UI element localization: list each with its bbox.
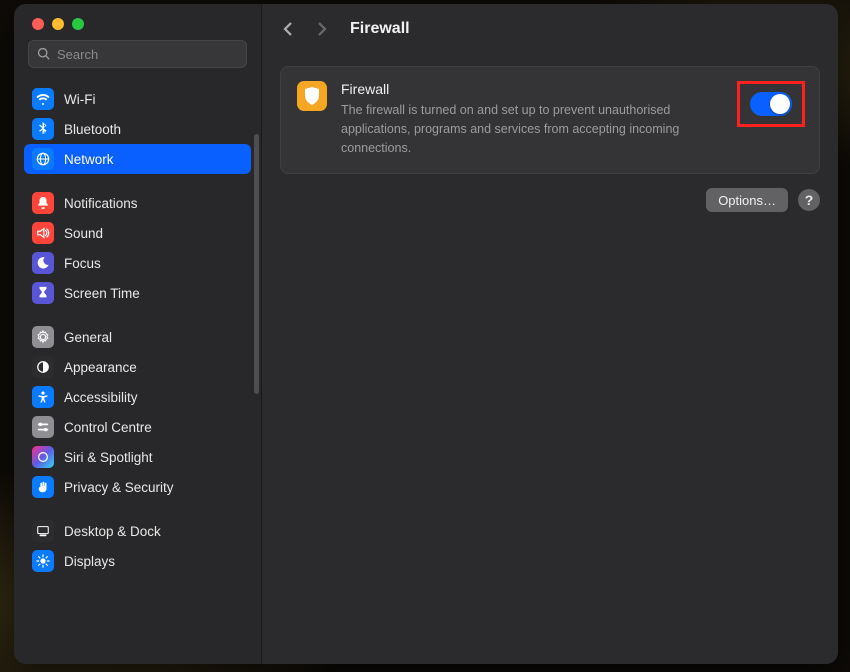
sidebar-item-displays[interactable]: Displays xyxy=(24,546,251,576)
display-icon xyxy=(32,550,54,572)
shield-icon xyxy=(297,81,327,111)
sidebar-item-label: Notifications xyxy=(64,196,138,211)
maximize-window-button[interactable] xyxy=(72,18,84,30)
sidebar-item-label: General xyxy=(64,330,112,345)
nav-group: Desktop & Dock Displays xyxy=(24,516,251,576)
sidebar-item-wifi[interactable]: Wi-Fi xyxy=(24,84,251,114)
hand-icon xyxy=(32,476,54,498)
toggle-knob xyxy=(770,94,790,114)
actions-row: Options… ? xyxy=(280,188,820,212)
sidebar-item-label: Appearance xyxy=(64,360,137,375)
nav-back-button[interactable] xyxy=(280,20,298,38)
nav-forward-button[interactable] xyxy=(312,20,330,38)
nav-group: Wi-Fi Bluetooth Network xyxy=(24,84,251,174)
search-icon xyxy=(37,47,51,61)
nav-group: General Appearance Accessibility Control… xyxy=(24,322,251,502)
sidebar-nav: Wi-Fi Bluetooth Network Notifications xyxy=(14,78,261,664)
wifi-icon xyxy=(32,88,54,110)
search-input[interactable] xyxy=(57,47,238,62)
sidebar-item-network[interactable]: Network xyxy=(24,144,251,174)
nav-group: Notifications Sound Focus Screen Time xyxy=(24,188,251,308)
settings-window: Wi-Fi Bluetooth Network Notifications xyxy=(14,4,838,664)
sidebar-item-bluetooth[interactable]: Bluetooth xyxy=(24,114,251,144)
sidebar-item-screen-time[interactable]: Screen Time xyxy=(24,278,251,308)
moon-icon xyxy=(32,252,54,274)
bell-icon xyxy=(32,192,54,214)
speaker-icon xyxy=(32,222,54,244)
minimize-window-button[interactable] xyxy=(52,18,64,30)
chevron-right-icon xyxy=(315,22,327,36)
sidebar-item-label: Focus xyxy=(64,256,101,271)
titlebar: Firewall xyxy=(262,4,838,54)
dock-icon xyxy=(32,520,54,542)
sidebar-item-label: Screen Time xyxy=(64,286,140,301)
highlight-box xyxy=(737,81,805,127)
sidebar-item-label: Control Centre xyxy=(64,420,152,435)
sidebar-item-label: Sound xyxy=(64,226,103,241)
sidebar-item-siri-spotlight[interactable]: Siri & Spotlight xyxy=(24,442,251,472)
help-button[interactable]: ? xyxy=(798,189,820,211)
sidebar-item-accessibility[interactable]: Accessibility xyxy=(24,382,251,412)
sidebar-item-control-centre[interactable]: Control Centre xyxy=(24,412,251,442)
chevron-left-icon xyxy=(283,22,295,36)
hourglass-icon xyxy=(32,282,54,304)
sidebar-item-general[interactable]: General xyxy=(24,322,251,352)
content-area: Firewall The firewall is turned on and s… xyxy=(262,54,838,224)
sidebar-item-label: Network xyxy=(64,152,114,167)
window-controls xyxy=(14,4,261,40)
page-title: Firewall xyxy=(350,20,410,38)
sidebar-item-privacy-security[interactable]: Privacy & Security xyxy=(24,472,251,502)
close-window-button[interactable] xyxy=(32,18,44,30)
card-body: Firewall The firewall is turned on and s… xyxy=(341,81,803,157)
sliders-icon xyxy=(32,416,54,438)
sidebar: Wi-Fi Bluetooth Network Notifications xyxy=(14,4,262,664)
sidebar-item-label: Displays xyxy=(64,554,115,569)
sidebar-item-desktop-dock[interactable]: Desktop & Dock xyxy=(24,516,251,546)
firewall-toggle[interactable] xyxy=(750,92,792,116)
sidebar-item-sound[interactable]: Sound xyxy=(24,218,251,248)
bluetooth-icon xyxy=(32,118,54,140)
sidebar-item-label: Privacy & Security xyxy=(64,480,174,495)
search-field[interactable] xyxy=(28,40,247,68)
sidebar-item-label: Bluetooth xyxy=(64,122,121,137)
siri-icon xyxy=(32,446,54,468)
sidebar-item-notifications[interactable]: Notifications xyxy=(24,188,251,218)
sidebar-scrollbar[interactable] xyxy=(254,134,259,394)
gear-icon xyxy=(32,326,54,348)
contrast-icon xyxy=(32,356,54,378)
main-panel: Firewall Firewall The firewall is turned… xyxy=(262,4,838,664)
firewall-card: Firewall The firewall is turned on and s… xyxy=(280,66,820,174)
sidebar-item-label: Accessibility xyxy=(64,390,138,405)
sidebar-item-appearance[interactable]: Appearance xyxy=(24,352,251,382)
sidebar-item-label: Siri & Spotlight xyxy=(64,450,153,465)
options-button[interactable]: Options… xyxy=(706,188,788,212)
card-title: Firewall xyxy=(341,81,743,97)
accessibility-icon xyxy=(32,386,54,408)
card-description: The firewall is turned on and set up to … xyxy=(341,101,743,157)
sidebar-item-label: Wi-Fi xyxy=(64,92,95,107)
sidebar-item-focus[interactable]: Focus xyxy=(24,248,251,278)
globe-icon xyxy=(32,148,54,170)
sidebar-item-label: Desktop & Dock xyxy=(64,524,161,539)
